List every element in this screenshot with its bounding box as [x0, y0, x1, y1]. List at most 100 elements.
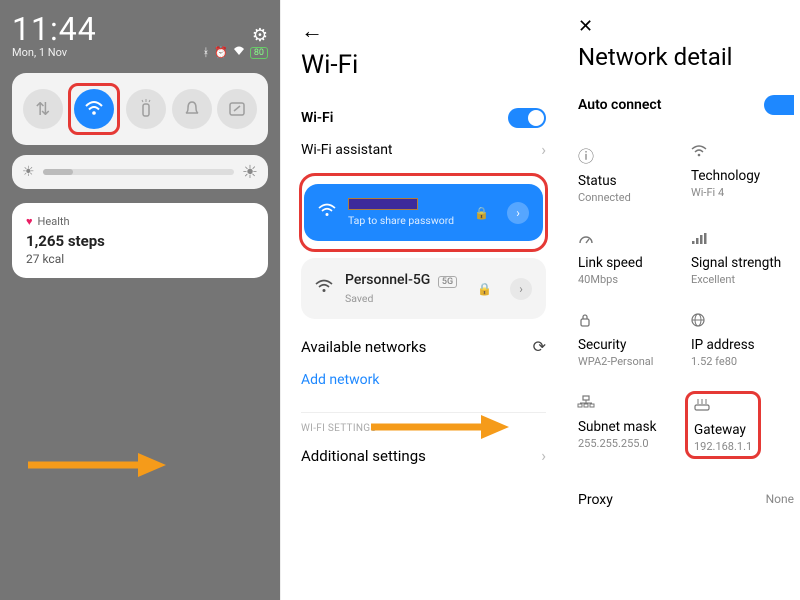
saved-ssid: Personnel-5G: [345, 272, 430, 288]
subnet-tile: Subnet mask 255.255.255.0: [578, 394, 681, 456]
page-title: Network detail: [578, 43, 794, 71]
globe-icon: [691, 312, 794, 331]
ip-label: IP address: [691, 337, 794, 353]
status-label: Status: [578, 173, 681, 189]
notification-shade: 11:44 Mon, 1 Nov ⚙ ᚼ ⏰ 80 ⇅: [0, 0, 280, 600]
annotation-arrow-2: [371, 412, 511, 442]
link-speed-label: Link speed: [578, 255, 681, 271]
status-icons: ᚼ ⏰ 80: [203, 46, 268, 59]
saved-network-info: Personnel-5G 5G Saved: [345, 272, 465, 305]
security-label: Security: [578, 337, 681, 353]
battery-icon: 80: [250, 47, 268, 59]
clock: 11:44: [12, 10, 97, 48]
page-title: Wi-Fi: [301, 50, 546, 80]
lock-icon: 🔒: [477, 282, 492, 296]
wifi-icon: [691, 143, 794, 162]
auto-connect-row[interactable]: Auto connect: [578, 89, 794, 135]
brightness-low-icon: ☀: [22, 164, 35, 180]
mobile-data-tile[interactable]: ⇅: [23, 89, 63, 129]
brightness-slider[interactable]: ☀ ☀: [12, 155, 268, 189]
status-tile: ⓘ Status Connected: [578, 143, 681, 204]
annotation-arrow-1: [28, 450, 168, 480]
subnet-icon: [578, 394, 681, 413]
bluetooth-icon: ᚼ: [203, 46, 210, 59]
wifi-toggle-row[interactable]: Wi-Fi: [301, 98, 546, 138]
wifi-toggle[interactable]: [508, 108, 546, 128]
wifi-tile[interactable]: [74, 89, 114, 129]
technology-label: Technology: [691, 168, 794, 184]
lock-icon: [578, 312, 681, 331]
details-grid: ⓘ Status Connected Technology Wi-Fi 4 Li…: [578, 143, 794, 456]
connected-network[interactable]: Tap to share password 🔒 ›: [304, 184, 543, 241]
settings-gear-icon[interactable]: ⚙: [203, 25, 268, 46]
brightness-high-icon: ☀: [242, 162, 258, 183]
technology-tile: Technology Wi-Fi 4: [691, 143, 794, 204]
status-bar: 11:44 Mon, 1 Nov ⚙ ᚼ ⏰ 80: [12, 10, 268, 59]
saved-network[interactable]: Personnel-5G 5G Saved 🔒 ›: [301, 258, 546, 319]
lock-icon: 🔒: [474, 206, 489, 220]
network-details-screen: ✕ Network detail Auto connect ⓘ Status C…: [560, 0, 800, 600]
wifi-icon: [315, 278, 333, 299]
wifi-icon: [318, 202, 336, 223]
link-speed-tile: Link speed 40Mbps: [578, 230, 681, 286]
band-badge: 5G: [438, 276, 457, 288]
signal-value: Excellent: [691, 273, 794, 286]
security-tile: Security WPA2-Personal: [578, 312, 681, 368]
health-kcal: 27 kcal: [26, 252, 254, 266]
additional-settings-label: Additional settings: [301, 447, 426, 465]
signal-tile: Signal strength Excellent: [691, 230, 794, 286]
wifi-assistant-row[interactable]: Wi-Fi assistant ›: [301, 138, 546, 169]
refresh-icon[interactable]: ⟳: [533, 337, 546, 356]
speed-icon: [578, 230, 681, 249]
sound-tile[interactable]: [172, 89, 212, 129]
network-details-button[interactable]: ›: [507, 202, 529, 224]
link-speed-value: 40Mbps: [578, 273, 681, 286]
info-icon: ⓘ: [578, 143, 681, 167]
auto-connect-toggle[interactable]: [764, 95, 794, 115]
heart-icon: ♥: [26, 215, 33, 228]
status-value: Connected: [578, 191, 681, 204]
screenshot-tile[interactable]: [217, 89, 257, 129]
available-networks-header: Available networks ⟳: [301, 337, 546, 356]
red-highlight-connected: Tap to share password 🔒 ›: [299, 173, 548, 252]
date: Mon, 1 Nov: [12, 46, 97, 59]
proxy-label: Proxy: [578, 492, 613, 508]
ip-value: 1.52 fe80: [691, 355, 794, 368]
chevron-right-icon: ›: [541, 446, 546, 465]
health-card[interactable]: ♥ Health 1,265 steps 27 kcal: [12, 203, 268, 278]
red-highlight-wifi: [68, 83, 120, 135]
wifi-icon: [84, 101, 104, 117]
wifi-settings-screen: ← Wi-Fi Wi-Fi Wi-Fi assistant › Tap to s…: [280, 0, 560, 600]
gateway-value: 192.168.1.1: [694, 440, 752, 453]
signal-icon: [691, 230, 794, 249]
close-button[interactable]: ✕: [578, 0, 794, 43]
ip-tile: IP address 1.52 fe80: [691, 312, 794, 368]
quick-settings-row: ⇅: [12, 73, 268, 145]
share-password-hint: Tap to share password: [348, 214, 462, 227]
subnet-value: 255.255.255.0: [578, 437, 681, 450]
proxy-row[interactable]: Proxy None: [578, 492, 794, 508]
wifi-assistant-label: Wi-Fi assistant: [301, 142, 393, 158]
back-button[interactable]: ←: [301, 10, 546, 50]
connected-network-info: Tap to share password: [348, 198, 462, 227]
gateway-label: Gateway: [694, 422, 752, 438]
subnet-label: Subnet mask: [578, 419, 681, 435]
alarm-icon: ⏰: [214, 46, 228, 59]
proxy-value: None: [766, 492, 794, 508]
auto-connect-label: Auto connect: [578, 97, 661, 113]
saved-network-status: Saved: [345, 292, 465, 305]
chevron-right-icon: ›: [541, 140, 546, 159]
available-networks-label: Available networks: [301, 338, 426, 356]
add-network-button[interactable]: Add network: [301, 372, 546, 388]
health-steps: 1,265 steps: [26, 232, 254, 250]
signal-label: Signal strength: [691, 255, 794, 271]
connected-ssid-redacted: [348, 198, 418, 210]
red-highlight-gateway: Gateway 192.168.1.1: [685, 391, 761, 459]
network-details-button[interactable]: ›: [510, 278, 532, 300]
flashlight-tile[interactable]: [126, 89, 166, 129]
router-icon: [694, 397, 752, 416]
health-card-title: ♥ Health: [26, 215, 254, 228]
wifi-toggle-label: Wi-Fi: [301, 110, 333, 126]
security-value: WPA2-Personal: [578, 355, 681, 368]
wifi-status-icon: [233, 46, 245, 59]
